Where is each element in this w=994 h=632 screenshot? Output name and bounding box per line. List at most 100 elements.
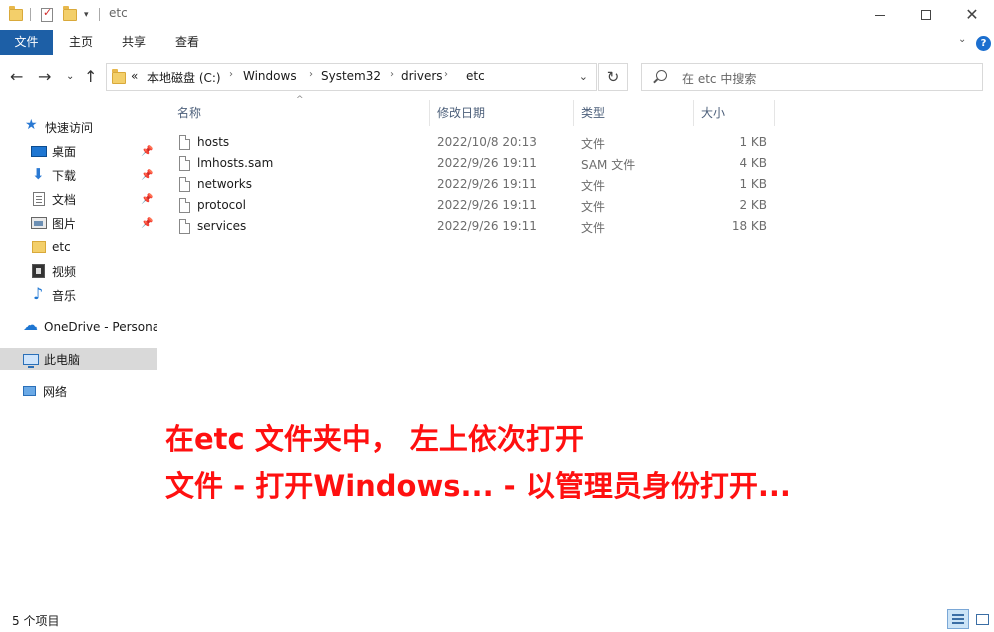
close-button[interactable]: ✕: [949, 0, 994, 30]
maximize-button[interactable]: [903, 0, 949, 30]
breadcrumb-system32[interactable]: System32: [321, 69, 381, 83]
back-arrow-icon[interactable]: ←: [10, 67, 23, 87]
sidebar-item-documents[interactable]: 文档 📌: [0, 188, 157, 210]
sidebar-item-label: 桌面: [52, 144, 77, 159]
refresh-icon: ↻: [606, 68, 620, 86]
sidebar-item-etc[interactable]: etc: [0, 236, 157, 258]
column-divider[interactable]: [774, 100, 775, 126]
sidebar-item-onedrive[interactable]: OneDrive - Persona: [0, 316, 157, 338]
desktop-icon: [31, 145, 47, 157]
close-icon: ✕: [965, 5, 979, 24]
column-divider[interactable]: [429, 100, 430, 126]
address-bar[interactable]: « 本地磁盘 (C:) › Windows › System32 › drive…: [106, 63, 597, 91]
forward-arrow-icon[interactable]: →: [38, 67, 51, 87]
sidebar-item-music[interactable]: 音乐: [0, 284, 157, 306]
file-name: networks: [197, 177, 252, 191]
breadcrumb-windows[interactable]: Windows: [243, 69, 297, 83]
quick-access-star-icon: [24, 117, 40, 134]
file-date: 2022/10/8 20:13: [437, 135, 537, 149]
sidebar-item-label: OneDrive - Persona: [44, 320, 157, 334]
tab-share[interactable]: 共享: [111, 30, 157, 55]
file-row[interactable]: hosts 2022/10/8 20:13 文件 1 KB: [170, 133, 775, 154]
minimize-button[interactable]: [857, 0, 903, 30]
help-icon[interactable]: ?: [976, 36, 991, 51]
address-dropdown-chevron-icon[interactable]: ⌄: [579, 70, 588, 83]
breadcrumb-local-disk[interactable]: 本地磁盘 (C:): [147, 69, 221, 86]
pin-icon: 📌: [141, 169, 154, 181]
tab-view[interactable]: 查看: [164, 30, 210, 55]
large-icons-view-button[interactable]: [971, 609, 993, 629]
sidebar-item-desktop[interactable]: 桌面 📌: [0, 140, 157, 162]
file-icon: [179, 156, 190, 171]
column-header-name[interactable]: 名称: [177, 100, 427, 126]
file-date: 2022/9/26 19:11: [437, 219, 537, 233]
tab-home[interactable]: 主页: [58, 30, 104, 55]
file-type: 文件: [581, 221, 606, 235]
file-row[interactable]: services 2022/9/26 19:11 文件 18 KB: [170, 217, 775, 238]
column-divider[interactable]: [573, 100, 574, 126]
breadcrumb-overflow[interactable]: «: [131, 69, 138, 83]
search-icon: [656, 70, 667, 81]
breadcrumb-separator-icon[interactable]: ›: [444, 69, 448, 80]
refresh-button[interactable]: ↻: [598, 63, 628, 91]
column-divider[interactable]: [693, 100, 694, 126]
file-type: SAM 文件: [581, 158, 636, 172]
sidebar-item-label: 快速访问: [45, 120, 94, 135]
tab-file[interactable]: 文件: [0, 30, 53, 55]
file-date: 2022/9/26 19:11: [437, 177, 537, 191]
file-name: protocol: [197, 198, 246, 212]
expand-ribbon-chevron-icon[interactable]: ⌄: [958, 34, 966, 45]
up-arrow-icon[interactable]: ↑: [84, 67, 97, 87]
pin-icon: 📌: [141, 145, 154, 157]
sidebar-item-this-pc[interactable]: 此电脑: [0, 348, 157, 370]
ribbon-tabs: 文件 主页 共享 查看 ⌄: [0, 30, 994, 55]
recent-locations-chevron-icon[interactable]: ⌄: [66, 67, 74, 87]
sidebar-item-downloads[interactable]: 下载 📌: [0, 164, 157, 186]
breadcrumb-drivers[interactable]: drivers: [401, 69, 443, 83]
sidebar-item-label: 网络: [43, 384, 68, 399]
column-header-size[interactable]: 大小: [701, 100, 771, 126]
pictures-icon: [31, 217, 47, 229]
sidebar-item-pictures[interactable]: 图片 📌: [0, 212, 157, 234]
toolbar-separator: [30, 8, 31, 21]
breadcrumb-separator-icon[interactable]: ›: [309, 69, 313, 80]
sidebar-item-network[interactable]: 网络: [0, 380, 157, 402]
pin-icon: 📌: [141, 193, 154, 205]
new-folder-icon[interactable]: [63, 6, 77, 24]
file-icon: [179, 198, 190, 213]
column-header-date[interactable]: 修改日期: [437, 100, 567, 126]
network-icon: [23, 386, 36, 396]
instruction-annotation-line-2: 文件 - 打开Windows... - 以管理员身份打开...: [165, 469, 791, 503]
details-view-button[interactable]: [947, 609, 969, 629]
window-title: etc: [109, 6, 128, 20]
properties-icon[interactable]: [41, 6, 53, 24]
sidebar-item-label: 此电脑: [44, 352, 81, 367]
minimize-icon: [875, 14, 885, 16]
file-type: 文件: [581, 137, 606, 151]
sidebar-item-label: etc: [52, 240, 71, 254]
onedrive-icon: [23, 316, 39, 334]
file-date: 2022/9/26 19:11: [437, 198, 537, 212]
sidebar-item-label: 图片: [52, 216, 77, 231]
column-header-type[interactable]: 类型: [581, 100, 681, 126]
breadcrumb-separator-icon[interactable]: ›: [229, 69, 233, 80]
this-pc-icon: [23, 353, 39, 368]
file-type: 文件: [581, 200, 606, 214]
file-size: 18 KB: [731, 219, 767, 233]
file-row[interactable]: lmhosts.sam 2022/9/26 19:11 SAM 文件 4 KB: [170, 154, 775, 175]
search-box[interactable]: 在 etc 中搜索: [641, 63, 983, 91]
maximize-icon: [921, 10, 931, 20]
file-icon: [179, 135, 190, 150]
sidebar-item-videos[interactable]: 视频: [0, 260, 157, 282]
title-bar: ▾ etc ✕: [0, 0, 994, 30]
sidebar-item-quick-access[interactable]: 快速访问: [0, 116, 157, 138]
breadcrumb-separator-icon[interactable]: ›: [390, 69, 394, 80]
customize-toolbar-chevron-icon[interactable]: ▾: [84, 6, 89, 24]
breadcrumb-etc[interactable]: etc: [466, 69, 485, 83]
file-size: 2 KB: [739, 198, 767, 212]
sidebar-item-label: 音乐: [52, 288, 77, 303]
file-row[interactable]: networks 2022/9/26 19:11 文件 1 KB: [170, 175, 775, 196]
file-row[interactable]: protocol 2022/9/26 19:11 文件 2 KB: [170, 196, 775, 217]
sidebar-item-label: 视频: [52, 264, 77, 279]
quick-access-folder-icon[interactable]: [9, 6, 23, 24]
